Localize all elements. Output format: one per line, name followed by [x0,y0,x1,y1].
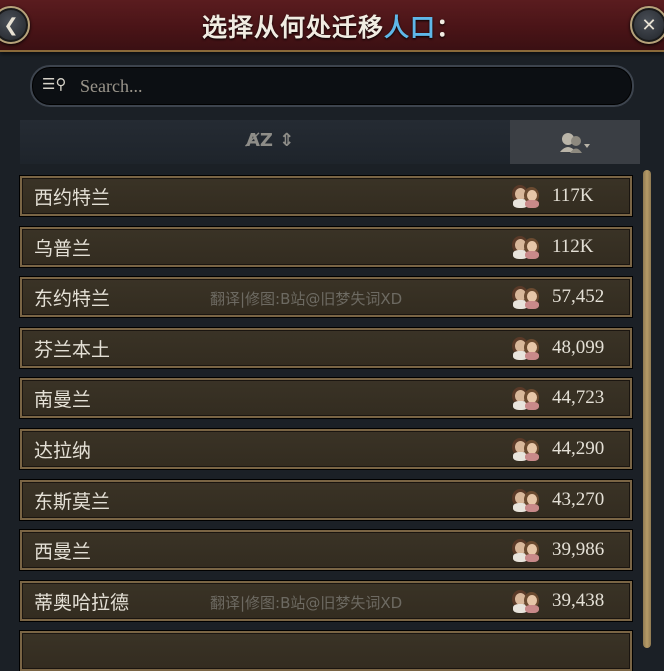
search-input[interactable] [78,73,602,99]
close-button[interactable]: ✕ [630,6,664,44]
location-row[interactable]: 芬兰本土 48,099 [20,327,632,368]
sort-population-icon [560,133,590,153]
population-icon [512,183,540,209]
title-text: 选择从何处迁移 [201,13,384,42]
population-icon [512,588,540,614]
search-box: ☰⚲ [30,65,634,107]
location-row[interactable] [20,631,632,671]
title-suffix: ： [436,13,463,42]
population-icon [512,436,540,462]
sort-alpha-button[interactable]: A̸Z ⇕ [246,130,294,151]
watermark-text: 翻译|修图:B站@旧梦失词XD [210,290,403,309]
population-value: 112K [552,235,594,257]
population-value: 39,438 [552,589,605,611]
location-row[interactable]: 东约特兰 翻译|修图:B站@旧梦失词XD 57,452 [20,277,632,318]
location-name: 芬兰本土 [34,338,111,361]
location-row[interactable]: 东斯莫兰 43,270 [20,479,632,520]
location-name: 东约特兰 [34,288,111,311]
watermark-text: 翻译|修图:B站@旧梦失词XD [210,593,403,612]
location-name: 乌普兰 [34,237,92,260]
scrollbar-thumb[interactable] [643,170,651,648]
population-value: 39,986 [552,539,605,561]
population-icon [512,284,540,310]
population-value: 44,290 [552,438,605,459]
location-name: 达拉纳 [34,440,92,462]
location-row[interactable]: 西约特兰 117K [20,176,632,216]
sort-alpha-icon: A̸Z ⇕ [246,130,295,151]
sort-population-button[interactable] [510,120,640,164]
location-name: 西约特兰 [34,187,111,209]
location-row[interactable]: 乌普兰 112K [20,226,632,267]
sort-bar: A̸Z ⇕ [20,120,640,164]
location-row[interactable]: 西曼兰 39,986 [20,530,632,571]
population-value: 44,723 [552,387,605,409]
population-icon [512,385,540,411]
title-highlight: 人口 [383,13,436,42]
population-icon [512,234,540,260]
location-name: 南曼兰 [34,389,92,412]
population-icon [512,537,540,563]
population-value: 48,099 [552,336,605,358]
population-icon [512,487,540,513]
population-icon [512,335,540,361]
population-value: 117K [552,185,594,206]
location-row[interactable]: 蒂奥哈拉德 翻译|修图:B站@旧梦失词XD 39,438 [20,580,632,621]
dialog-header: ❮ 选择从何处迁移人口： ✕ [0,0,664,52]
location-name: 西曼兰 [34,541,92,564]
search-filter-icon: ☰⚲ [42,75,67,93]
dialog-title: 选择从何处迁移人口： [0,8,664,44]
population-value: 43,270 [552,488,605,510]
location-name: 东斯莫兰 [34,490,111,513]
population-value: 57,452 [552,286,605,308]
scrollbar[interactable] [643,170,651,648]
location-row[interactable]: 南曼兰 44,723 [20,378,632,419]
location-row[interactable]: 达拉纳 44,290 [20,429,632,469]
close-x-icon: ✕ [641,14,657,36]
location-name: 蒂奥哈拉德 [34,591,130,614]
